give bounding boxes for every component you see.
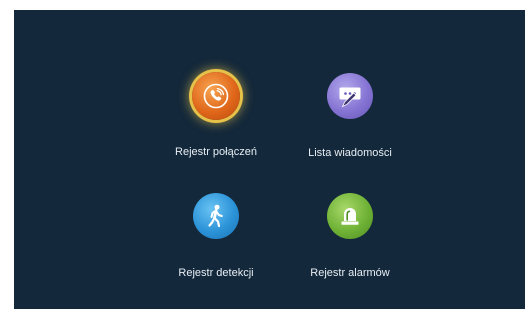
message-pencil-icon xyxy=(327,73,373,119)
message-list-label: Lista wiadomości xyxy=(308,147,392,159)
alarm-log-label: Rejestr alarmów xyxy=(310,267,390,279)
menu-item-detection-log[interactable]: Rejestr detekcji xyxy=(146,193,286,303)
menu-item-alarm-log[interactable]: Rejestr alarmów xyxy=(280,193,420,303)
alarm-siren-icon xyxy=(327,193,373,239)
message-list-icon-wrap xyxy=(327,73,373,119)
menu-item-call-log[interactable]: Rejestr połączeń xyxy=(146,72,286,182)
menu-screen: Rejestr połączeń Lista wiadomości Rejest… xyxy=(14,10,525,309)
call-log-label: Rejestr połączeń xyxy=(175,146,257,158)
alarm-log-icon-wrap xyxy=(327,193,373,239)
menu-item-message-list[interactable]: Lista wiadomości xyxy=(280,73,420,183)
detection-log-label: Rejestr detekcji xyxy=(178,267,254,279)
call-log-icon-wrap xyxy=(192,72,240,120)
walking-person-icon xyxy=(193,193,239,239)
phone-icon xyxy=(192,72,240,120)
detection-log-icon-wrap xyxy=(193,193,239,239)
